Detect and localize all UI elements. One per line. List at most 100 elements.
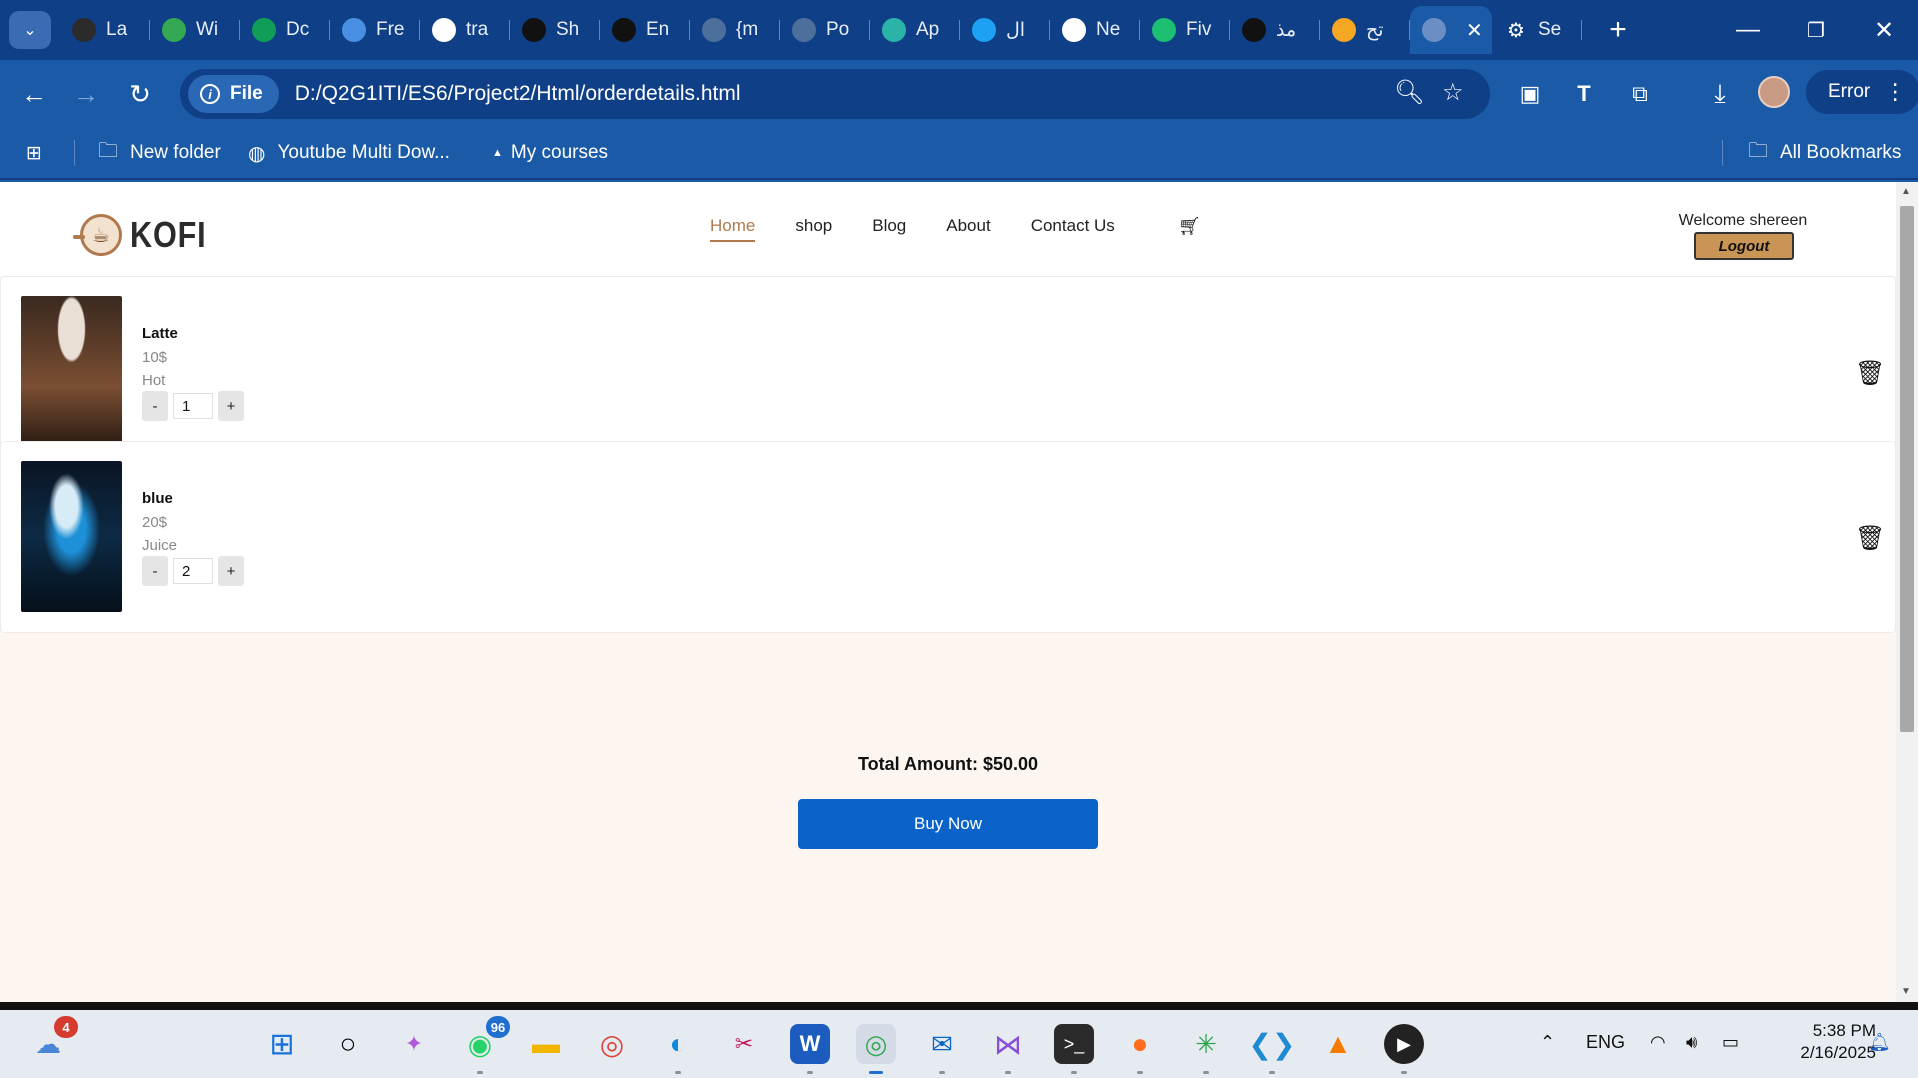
media-player-icon[interactable]: ▶ [1384, 1024, 1424, 1074]
star-icon[interactable]: ☆ [1442, 78, 1464, 107]
chevron-up-icon[interactable]: ⌃ [1540, 1032, 1555, 1053]
apps-grid-icon[interactable]: ⊞ [26, 142, 42, 165]
file-explorer-icon[interactable]: ▬ [526, 1024, 566, 1064]
url-text[interactable]: D:/Q2G1ITI/ES6/Project2/Html/orderdetail… [295, 82, 741, 106]
browser-tab[interactable]: {m [690, 6, 780, 54]
forward-button[interactable]: → [66, 74, 106, 114]
browser-tab[interactable]: ال [960, 6, 1050, 54]
item-type: Juice [142, 537, 178, 554]
quantity-input[interactable]: 1 [173, 393, 213, 419]
browser-tab[interactable]: tra [420, 6, 510, 54]
weather-icon[interactable]: ☁ 4 [28, 1016, 78, 1064]
browser-tab[interactable]: Wi [150, 6, 240, 54]
browser-tab[interactable]: Ne [1050, 6, 1140, 54]
browser-tab[interactable]: مذ [1230, 6, 1320, 54]
snipping-tool-icon[interactable]: ✂ [724, 1024, 764, 1064]
search-icon[interactable]: ○ [328, 1024, 368, 1064]
profile-avatar[interactable] [1758, 76, 1790, 108]
browser-tab[interactable]: Dc [240, 6, 330, 54]
wifi-icon[interactable]: ◠ [1650, 1032, 1666, 1053]
browser-tab[interactable]: Fre [330, 6, 420, 54]
close-tab-icon[interactable]: ✕ [1466, 18, 1483, 43]
tab-label: En [646, 19, 670, 40]
site-info-chip[interactable]: i File [188, 75, 279, 113]
firefox-icon[interactable]: ● [1120, 1024, 1160, 1074]
volume-icon[interactable]: 🔊︎ [1686, 1032, 1697, 1053]
scroll-up-icon[interactable]: ▲ [1901, 186, 1911, 197]
scrollbar-thumb[interactable] [1900, 206, 1914, 732]
nav-about[interactable]: About [946, 216, 990, 242]
all-bookmarks-button[interactable]: 🗀 All Bookmarks [1748, 138, 1901, 168]
nav-blog[interactable]: Blog [872, 216, 906, 242]
page-scrollbar[interactable]: ▲ ▼ [1896, 182, 1918, 1002]
increase-button[interactable]: + [218, 556, 244, 586]
nav-home[interactable]: Home [710, 216, 756, 242]
battery-icon[interactable]: ▭ [1722, 1032, 1739, 1053]
chevron-down-icon: ⌄ [23, 22, 37, 39]
zoom-icon[interactable]: 🔍︎ [1394, 78, 1424, 107]
new-tab-button[interactable]: + [1598, 10, 1638, 50]
site-logo[interactable]: ☕︎ KOFI [73, 214, 220, 256]
back-button[interactable]: ← [14, 74, 54, 114]
minimize-button[interactable]: — [1720, 8, 1776, 52]
bookmark-my-courses[interactable]: ▲ My courses [492, 138, 608, 168]
error-chip[interactable]: Error ⋮ [1806, 70, 1918, 114]
spreadsheet-tool-icon[interactable]: ✳ [1186, 1024, 1226, 1074]
chrome-profile-icon[interactable]: ◎ [856, 1024, 896, 1074]
active-browser-tab[interactable]: ✕ [1410, 6, 1492, 54]
address-bar[interactable]: i File D:/Q2G1ITI/ES6/Project2/Html/orde… [180, 69, 1490, 119]
browser-tab[interactable]: En [600, 6, 690, 54]
plus-square-icon [252, 18, 276, 42]
notification-bell-icon[interactable]: 🔔︎ [1868, 1032, 1891, 1053]
browser-tab[interactable]: تح [1320, 6, 1410, 54]
scroll-down-icon[interactable]: ▼ [1901, 986, 1911, 997]
trash-icon[interactable]: 🗑︎ [1855, 524, 1885, 553]
browser-tab[interactable]: Ap [870, 6, 960, 54]
browser-tab[interactable]: Sh [510, 6, 600, 54]
nav-contact[interactable]: Contact Us [1031, 216, 1115, 242]
bookmark-new-folder[interactable]: 🗀 New folder [98, 138, 221, 168]
translate-extension-button[interactable]: T [1564, 74, 1604, 114]
browser-tab[interactable]: Po [780, 6, 870, 54]
word-icon[interactable]: W [790, 1024, 830, 1074]
restore-button[interactable]: ❐ [1788, 8, 1844, 52]
close-window-button[interactable]: ✕ [1856, 8, 1912, 52]
browser-tab[interactable]: Fiv [1140, 6, 1230, 54]
outlook-icon[interactable]: ✉ [922, 1024, 962, 1074]
download-icon: ⤓ [1714, 78, 1726, 108]
bookmark-youtube-multi[interactable]: ◍ Youtube Multi Dow... [248, 138, 450, 168]
item-name: blue [142, 490, 173, 507]
cart-icon[interactable]: 🛒︎ [1178, 216, 1201, 237]
browser-tab[interactable]: La [60, 6, 150, 54]
edge-icon[interactable]: ◐ [658, 1024, 698, 1074]
copilot-icon[interactable]: ✦ [394, 1024, 434, 1064]
browser-tab-settings[interactable]: ⚙ Se [1492, 6, 1582, 54]
decrease-button[interactable]: - [142, 391, 168, 421]
increase-button[interactable]: + [218, 391, 244, 421]
clock[interactable]: 5:38 PM 2/16/2025 [1766, 1020, 1876, 1064]
logout-button[interactable]: Logout [1694, 232, 1794, 260]
downloads-button[interactable]: ⤓ [1700, 74, 1740, 114]
tab-search-button[interactable]: ⌄ [9, 11, 51, 49]
visual-studio-icon[interactable]: ⋈ [988, 1024, 1028, 1074]
windows-start-icon[interactable]: ⊞ [262, 1024, 302, 1064]
vscode-icon[interactable]: ❮❯ [1249, 1024, 1295, 1074]
vlc-icon[interactable]: ▲ [1318, 1024, 1358, 1064]
extensions-button[interactable]: ⧉ [1620, 74, 1660, 114]
image-extension-button[interactable]: ▣ [1510, 74, 1550, 114]
quantity-input[interactable]: 2 [173, 558, 213, 584]
whatsapp-icon[interactable]: ◉ 96 [460, 1016, 510, 1074]
nav-shop[interactable]: shop [795, 216, 832, 242]
running-indicator [1071, 1071, 1077, 1074]
trash-icon[interactable]: 🗑︎ [1855, 359, 1885, 388]
terminal-icon[interactable]: >_ [1054, 1024, 1094, 1074]
order-item: blue 20$ Juice - 2 + 🗑︎ [0, 441, 1896, 633]
chrome-icon[interactable]: ◎ [592, 1024, 632, 1064]
all-bookmarks-label: All Bookmarks [1780, 142, 1902, 163]
running-indicator [477, 1071, 483, 1074]
buy-now-button[interactable]: Buy Now [798, 799, 1098, 849]
language-indicator[interactable]: ENG [1586, 1032, 1625, 1053]
reload-button[interactable]: ↻ [120, 74, 160, 114]
decrease-button[interactable]: - [142, 556, 168, 586]
taskbar: ☁ 4 ⊞ ○ ✦ ◉ 96 ▬ ◎ ◐ ✂ W ◎ ✉ ⋈ >_ ● ✳ ❮❯… [0, 1010, 1918, 1078]
